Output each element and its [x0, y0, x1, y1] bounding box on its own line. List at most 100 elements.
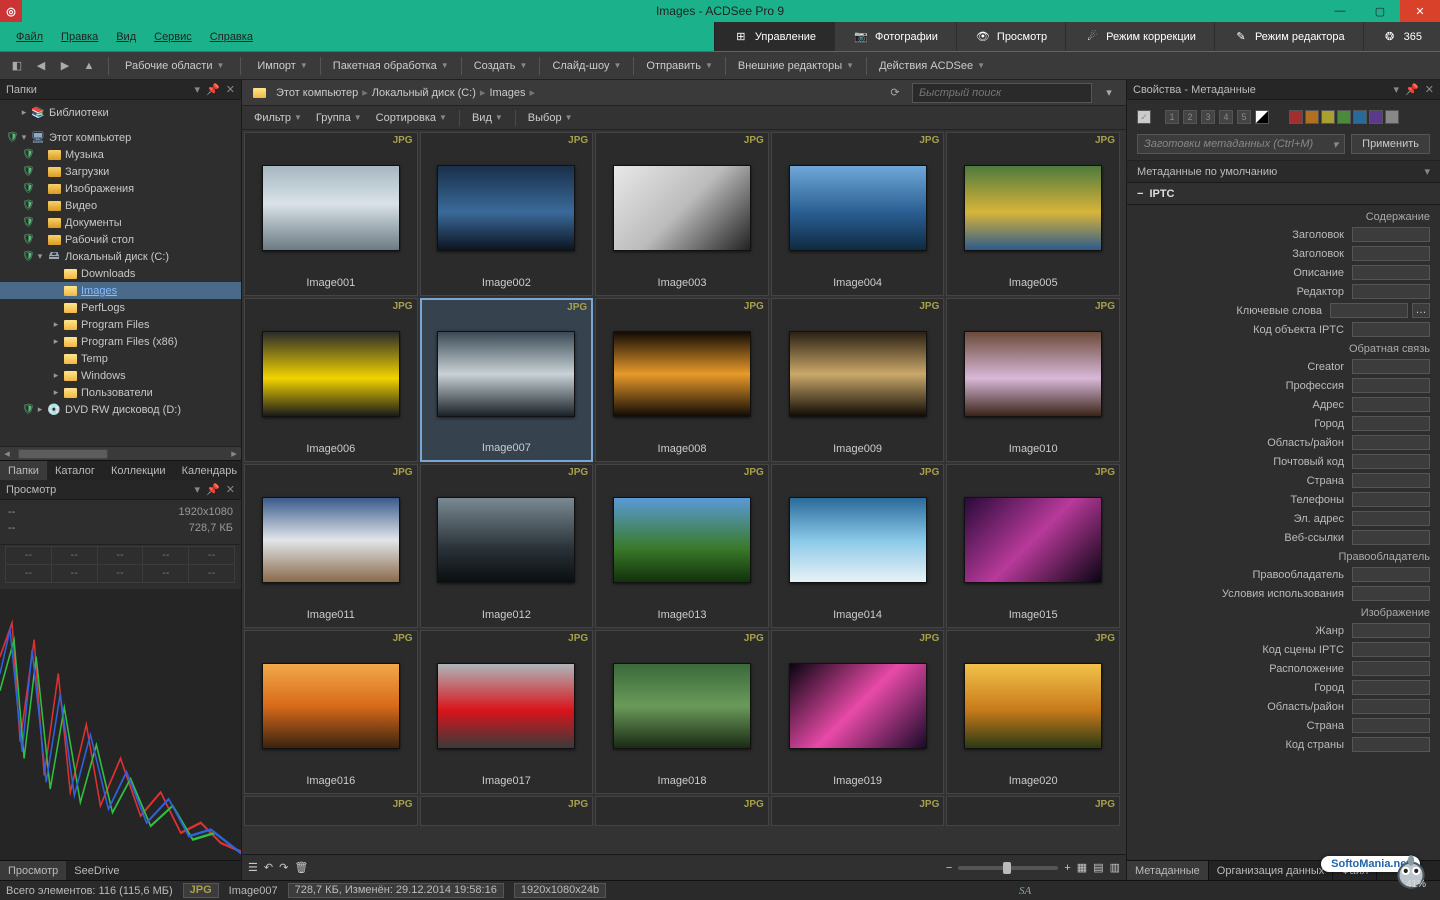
zoom-out-icon[interactable]: − [946, 862, 952, 874]
toolbar-5[interactable]: Внешние редакторы▼ [730, 55, 862, 77]
toggle-panel-icon[interactable]: ◧ [6, 55, 28, 77]
tree-item[interactable]: 🛡Музыка [0, 146, 241, 163]
thumbnail[interactable]: JPGImage010 [946, 298, 1120, 462]
color-label[interactable] [1305, 110, 1319, 124]
metadata-input[interactable] [1352, 699, 1430, 714]
metadata-input[interactable] [1352, 661, 1430, 676]
tree-item[interactable]: PerfLogs [0, 299, 241, 316]
left-tab-1[interactable]: Каталог [47, 461, 103, 480]
metadata-input[interactable] [1352, 322, 1430, 337]
color-label[interactable] [1369, 110, 1383, 124]
menu-Файл[interactable]: Файл [8, 31, 51, 43]
metadata-input[interactable] [1352, 473, 1430, 488]
tree-item[interactable]: Downloads [0, 265, 241, 282]
view-filmstrip-icon[interactable]: ▤ [1093, 861, 1103, 874]
pane-pin-icon[interactable]: 📌 [206, 83, 220, 96]
menu-Правка[interactable]: Правка [53, 31, 106, 43]
thumbnail[interactable]: JPGImage013 [595, 464, 769, 628]
close-button[interactable]: ✕ [1400, 0, 1440, 22]
metadata-input[interactable] [1352, 718, 1430, 733]
tree-item[interactable]: ▸Program Files [0, 316, 241, 333]
thumbnail[interactable]: JPGImage018 [595, 630, 769, 794]
pane-menu-icon[interactable]: ▾ [1394, 83, 1400, 96]
toolbar-6[interactable]: Действия ACDSee▼ [871, 55, 993, 77]
thumbnail[interactable]: JPG [595, 796, 769, 826]
rating-2[interactable]: 2 [1183, 110, 1197, 124]
rating-4[interactable]: 4 [1219, 110, 1233, 124]
metadata-input[interactable] [1352, 511, 1430, 526]
thumbnail[interactable]: JPGImage009 [771, 298, 945, 462]
metadata-input[interactable] [1352, 378, 1430, 393]
metadata-input[interactable] [1352, 416, 1430, 431]
thumbnail[interactable]: JPG [420, 796, 594, 826]
tree-item[interactable]: 🛡▾🖥Этот компьютер [0, 129, 241, 146]
metadata-input[interactable] [1352, 586, 1430, 601]
thumbnail[interactable]: JPGImage002 [420, 132, 594, 296]
workspaces-dropdown[interactable]: Рабочие области▼ [117, 55, 232, 77]
pane-close-icon[interactable]: ✕ [226, 83, 235, 96]
nav-fwd-icon[interactable]: ▶ [54, 55, 76, 77]
props-tab-1[interactable]: Организация данных [1209, 861, 1334, 880]
pane-close-icon[interactable]: ✕ [226, 483, 235, 496]
thumbnail[interactable]: JPGImage004 [771, 132, 945, 296]
preview-tab-1[interactable]: SeeDrive [66, 861, 127, 880]
rating-1[interactable]: 1 [1165, 110, 1179, 124]
color-label[interactable] [1385, 110, 1399, 124]
thumbnail[interactable]: JPGImage006 [244, 298, 418, 462]
nav-up-icon[interactable]: ▲ [78, 55, 100, 77]
rotate-right-icon[interactable]: ↷ [279, 861, 288, 874]
breadcrumb-seg[interactable]: Этот компьютер [276, 87, 358, 99]
delete-icon[interactable]: 🗑 [294, 861, 308, 874]
tree-item[interactable]: 🛡Видео [0, 197, 241, 214]
metadata-input[interactable] [1352, 454, 1430, 469]
nav-back-icon[interactable]: ◀ [30, 55, 52, 77]
thumbnail[interactable]: JPGImage011 [244, 464, 418, 628]
left-tab-3[interactable]: Календарь [174, 461, 246, 480]
filter-Сортировка[interactable]: Сортировка▼ [370, 112, 453, 124]
rating-3[interactable]: 3 [1201, 110, 1215, 124]
metadata-input[interactable] [1352, 227, 1430, 242]
tree-item[interactable]: 🛡▾🖴Локальный диск (C:) [0, 248, 241, 265]
filter-Вид[interactable]: Вид▼ [466, 112, 509, 124]
iptc-section-header[interactable]: −IPTC [1127, 183, 1440, 205]
tag-checkbox[interactable]: ✓ [1137, 110, 1151, 124]
tree-item[interactable]: 🛡Рабочий стол [0, 231, 241, 248]
thumb-size-slider[interactable] [958, 866, 1058, 870]
metadata-input[interactable] [1352, 623, 1430, 638]
thumbnail[interactable]: JPGImage008 [595, 298, 769, 462]
view-list-icon[interactable]: ▥ [1110, 861, 1120, 874]
left-tab-2[interactable]: Коллекции [103, 461, 174, 480]
metadata-input[interactable] [1330, 303, 1408, 318]
preview-tab-0[interactable]: Просмотр [0, 861, 66, 880]
more-button[interactable]: … [1412, 303, 1430, 318]
props-tab-0[interactable]: Метаданные [1127, 861, 1209, 880]
thumbnail[interactable]: JPGImage017 [420, 630, 594, 794]
folder-tree[interactable]: ▸📚Библиотеки🛡▾🖥Этот компьютер🛡Музыка🛡Заг… [0, 100, 241, 446]
tree-item[interactable]: Temp [0, 350, 241, 367]
tree-item[interactable]: 🛡▸💿DVD RW дисковод (D:) [0, 401, 241, 418]
tree-item[interactable]: 🛡Изображения [0, 180, 241, 197]
thumbnail[interactable]: JPGImage001 [244, 132, 418, 296]
metadata-default-row[interactable]: Метаданные по умолчанию▾ [1127, 161, 1440, 183]
toolbar-3[interactable]: Слайд-шоу▼ [544, 55, 629, 77]
thumbnail[interactable]: JPGImage005 [946, 132, 1120, 296]
rating-clear[interactable] [1255, 110, 1269, 124]
tree-scrollbar[interactable]: ◂▸ [0, 446, 241, 460]
maximize-button[interactable]: ▢ [1360, 0, 1400, 22]
filter-Выбор[interactable]: Выбор▼ [522, 112, 579, 124]
tree-item[interactable]: ▸Program Files (x86) [0, 333, 241, 350]
mode-eye[interactable]: 👁Просмотр [956, 22, 1065, 51]
metadata-input[interactable] [1352, 284, 1430, 299]
toolbar-1[interactable]: Пакетная обработка▼ [325, 55, 457, 77]
color-label[interactable] [1337, 110, 1351, 124]
thumbnail[interactable]: JPG [946, 796, 1120, 826]
mode-grid[interactable]: ⊞Управление [714, 22, 834, 51]
pane-pin-icon[interactable]: 📌 [206, 483, 220, 496]
thumbnail[interactable]: JPGImage007 [420, 298, 594, 462]
metadata-input[interactable] [1352, 435, 1430, 450]
toolbar-2[interactable]: Создать▼ [466, 55, 536, 77]
menu-Вид[interactable]: Вид [108, 31, 144, 43]
color-label[interactable] [1289, 110, 1303, 124]
mode-camera[interactable]: 📷Фотографии [834, 22, 956, 51]
filter-Фильтр[interactable]: Фильтр▼ [248, 112, 308, 124]
